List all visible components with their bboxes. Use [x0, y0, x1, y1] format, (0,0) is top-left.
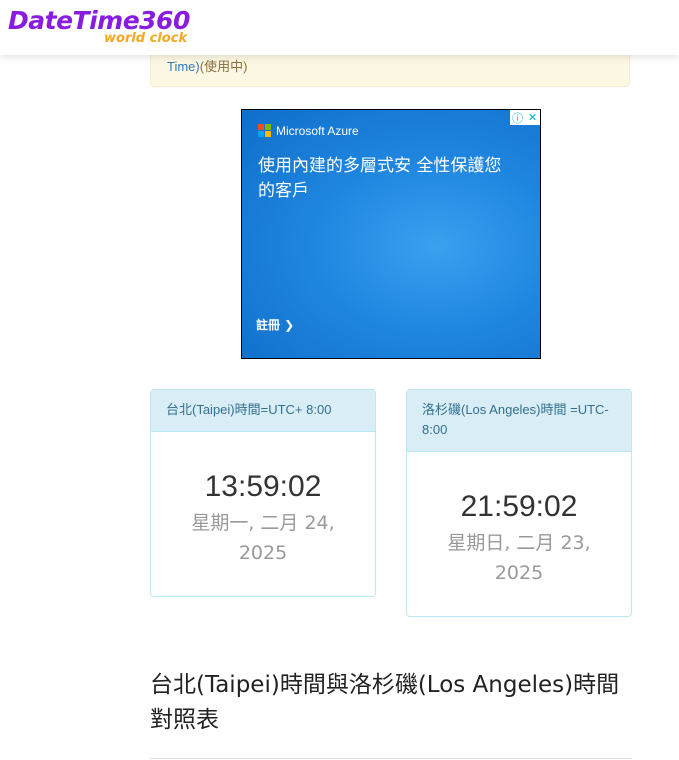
ad-info-icon[interactable]: ⓘ	[510, 110, 525, 125]
logo-sub-text: world clock	[104, 31, 188, 46]
site-header: DateTime360 world clock	[0, 0, 679, 55]
ad-banner[interactable]: ⓘ ✕ Microsoft Azure 使用內建的多層式安 全性保護您的客戶 註…	[241, 109, 541, 359]
clock-panel-los-angeles: 洛杉磯(Los Angeles)時間 =UTC- 8:00 21:59:02 星…	[406, 389, 632, 617]
notice-text: Time)(使用中)	[167, 56, 247, 75]
clock-panel-taipei: 台北(Taipei)時間=UTC+ 8:00 13:59:02 星期一, 二月 …	[150, 389, 376, 597]
notice-link[interactable]: Time)	[167, 59, 200, 74]
comparison-table-title: 台北(Taipei)時間與洛杉磯(Los Angeles)時間對照表	[150, 672, 620, 733]
clock-body-los-angeles: 21:59:02 星期日, 二月 23, 2025	[407, 490, 631, 588]
clock-time-taipei: 13:59:02	[204, 470, 322, 503]
clock-date-los-angeles: 星期日, 二月 23, 2025	[447, 532, 591, 584]
clock-date-taipei: 星期一, 二月 24, 2025	[191, 512, 335, 564]
site-logo[interactable]: DateTime360 world clock	[8, 6, 208, 50]
ad-brand-name: Microsoft Azure	[276, 124, 359, 138]
ad-headline: 使用內建的多層式安 全性保護您的客戶	[258, 156, 502, 201]
ad-register-button[interactable]: 註冊 ❯	[256, 316, 294, 333]
clock-heading-taipei: 台北(Taipei)時間=UTC+ 8:00	[151, 390, 375, 432]
clock-heading-los-angeles: 洛杉磯(Los Angeles)時間 =UTC- 8:00	[407, 390, 631, 452]
ad-brand: Microsoft Azure	[258, 124, 359, 138]
clock-body-taipei: 13:59:02 星期一, 二月 24, 2025	[151, 470, 375, 568]
section-divider	[150, 758, 632, 759]
ad-close-icon[interactable]: ✕	[525, 110, 540, 125]
clock-time-los-angeles: 21:59:02	[460, 490, 578, 523]
ad-choices[interactable]: ⓘ ✕	[510, 110, 540, 125]
page: Time)(使用中) DateTime360 world clock ⓘ ✕ M…	[0, 0, 679, 760]
notice-status: (使用中)	[199, 59, 248, 74]
microsoft-logo-icon	[258, 124, 272, 138]
